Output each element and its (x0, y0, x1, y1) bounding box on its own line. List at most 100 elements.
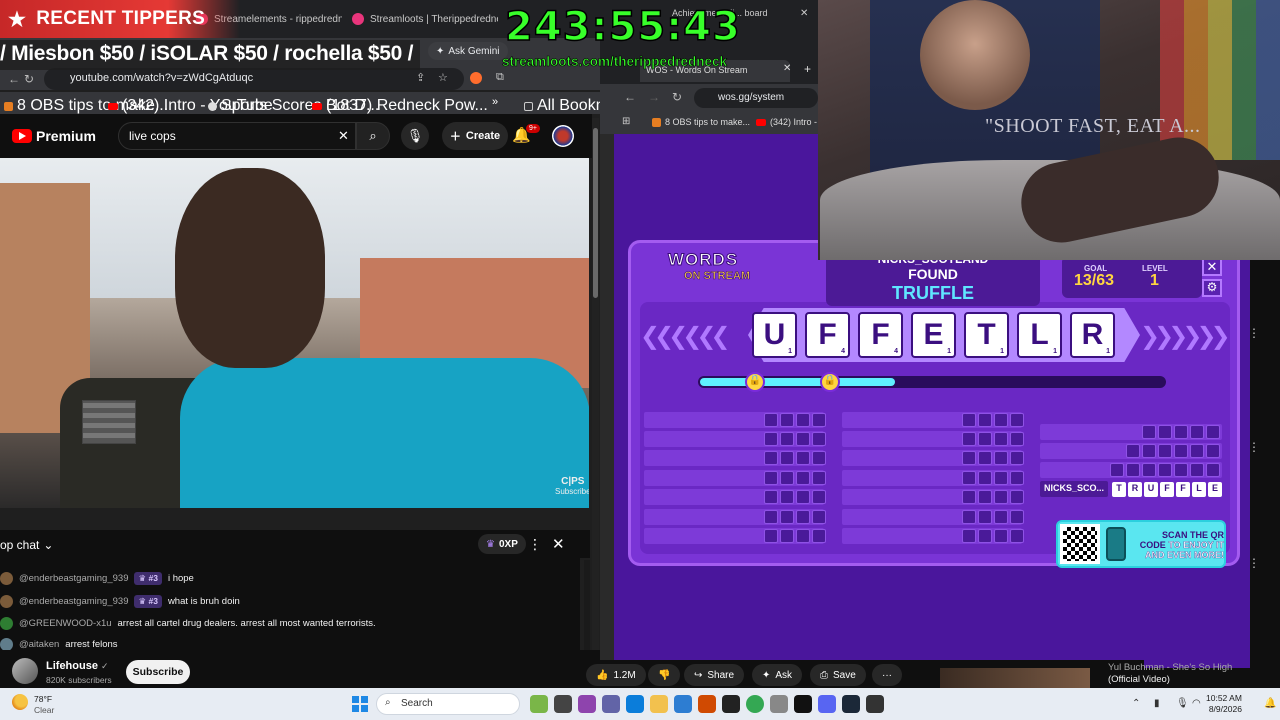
extensions-puzzle-icon[interactable]: ⧉ (496, 71, 504, 84)
bookmark-item[interactable]: (1837) Redneck Pow... (312, 97, 488, 115)
lock-icon: 🔒 (745, 372, 765, 392)
extension-icon[interactable] (470, 72, 482, 84)
xp-badge[interactable]: ♛ 0XP (478, 534, 526, 554)
weather-sun-icon[interactable] (12, 694, 28, 710)
copilot-icon[interactable] (578, 695, 596, 713)
snipping-icon[interactable] (770, 695, 788, 713)
weather-temp[interactable]: 78°F (34, 694, 52, 704)
app-icon[interactable] (866, 695, 884, 713)
chat-mode-dropdown[interactable]: op chat ⌄ (0, 538, 53, 552)
letter-slot (1174, 463, 1188, 477)
notifications-icon[interactable]: 🔔 (1264, 698, 1276, 709)
chrome-icon[interactable] (746, 695, 764, 713)
letter-slot (764, 490, 778, 504)
more-vert-icon[interactable]: ⋮ (1248, 440, 1260, 454)
more-vert-icon[interactable]: ⋮ (1248, 556, 1260, 570)
like-button[interactable]: 👍 1.2M (586, 664, 646, 686)
letter-tile: T1 (964, 312, 1009, 358)
dislike-button[interactable]: 👎 (648, 664, 681, 686)
letter-slot (994, 471, 1008, 485)
microphone-icon[interactable]: 🎙 (1176, 698, 1189, 709)
verified-icon: ✓ (101, 661, 109, 671)
reload-icon[interactable]: ↻ (672, 90, 682, 104)
new-tab-icon[interactable]: + (804, 62, 811, 76)
back-icon[interactable]: ← (624, 90, 636, 104)
tab-streamloots[interactable]: Streamloots | Therippedredneck ✕ (342, 4, 498, 34)
letter-slot (1142, 444, 1156, 458)
found-letter-tile: U (1144, 482, 1158, 497)
close-tab-icon[interactable]: ✕ (800, 8, 808, 19)
bookmark-item[interactable]: (342) Intro - Y (756, 117, 825, 127)
apps-grid-icon[interactable]: ⊞ (622, 116, 630, 127)
letter-slot (994, 413, 1008, 427)
search-input[interactable]: live cops (118, 122, 356, 150)
video-player[interactable]: C|PS Subscribe (0, 158, 589, 508)
address-bar[interactable]: wos.gg/system (694, 88, 818, 108)
letter-slot (994, 432, 1008, 446)
thumbs-up-icon: 👍 (596, 669, 609, 681)
voice-search-button[interactable]: 🎙 (401, 122, 429, 150)
letter-slot (780, 413, 794, 427)
weather-desc[interactable]: Clear (34, 705, 54, 715)
youtube-premium-logo[interactable]: Premium (12, 128, 96, 144)
more-bookmarks-icon[interactable]: » (492, 96, 498, 108)
letter-slot (994, 510, 1008, 524)
forward-icon[interactable]: → (648, 90, 660, 104)
gear-icon[interactable]: ⚙ (1202, 279, 1222, 297)
letter-slot (1010, 490, 1024, 504)
chat-message: @enderbeastgaming_939 ♛ #3 what is bruh … (0, 591, 240, 612)
create-button[interactable]: ＋ Create (442, 122, 508, 150)
close-chat-icon[interactable]: ✕ (552, 535, 565, 553)
steam-icon[interactable] (842, 695, 860, 713)
letter-slot (764, 451, 778, 465)
share-button[interactable]: ↪ Share (684, 664, 745, 686)
account-avatar[interactable] (552, 125, 574, 147)
level-value: 1 (1150, 272, 1159, 289)
start-windows-icon[interactable] (352, 696, 368, 712)
bookmark-star-icon[interactable]: ☆ (438, 71, 448, 84)
ask-gemini-button[interactable]: ✦ Ask Gemini (428, 42, 508, 60)
ask-button[interactable]: ✦ Ask (752, 664, 803, 686)
obs-icon[interactable] (722, 695, 740, 713)
close-tab-icon[interactable]: ✕ (783, 63, 791, 74)
share-icon: ↪ (694, 669, 703, 681)
edge-icon[interactable] (626, 695, 644, 713)
more-actions-button[interactable]: ··· (872, 664, 902, 686)
recommended-thumbnail[interactable] (940, 668, 1090, 688)
more-vert-icon[interactable]: ⋮ (528, 536, 542, 553)
widget-icon[interactable] (530, 695, 548, 713)
reload-icon[interactable]: ↻ (24, 72, 34, 86)
subscribe-button[interactable]: Subscribe (126, 660, 190, 684)
system-clock[interactable]: 10:52 AM 8/9/2026 (1206, 693, 1242, 715)
task-view-icon[interactable] (554, 695, 572, 713)
microphone-icon: 🎙 (406, 128, 424, 143)
close-icon[interactable]: ✕ (1202, 258, 1222, 276)
store-icon[interactable] (674, 695, 692, 713)
letter-slot (812, 529, 826, 543)
teams-icon[interactable] (602, 695, 620, 713)
video-watermark[interactable]: C|PS Subscribe (555, 476, 589, 496)
taskbar-search[interactable]: ⌕ Search (376, 693, 520, 715)
back-icon[interactable]: ← (8, 72, 20, 86)
letter-slot (780, 490, 794, 504)
address-bar[interactable]: youtube.com/watch?v=zWdCgAtduqc (44, 68, 464, 90)
discord-icon[interactable] (818, 695, 836, 713)
channel-avatar[interactable] (12, 658, 38, 684)
channel-name[interactable]: Lifehouse ✓ (46, 660, 109, 672)
office-icon[interactable] (698, 695, 716, 713)
tray-app-icon[interactable]: ▮ (1154, 698, 1160, 709)
wifi-icon[interactable]: ◠ (1192, 698, 1201, 709)
chat-scrollbar[interactable] (584, 560, 590, 650)
scrollbar-thumb[interactable] (593, 128, 598, 298)
clear-search-icon[interactable]: ✕ (338, 128, 349, 144)
recommended-title[interactable]: Yul Buchman - She's So High (Official Vi… (1108, 662, 1232, 686)
save-button[interactable]: ⎙ Save (810, 664, 866, 686)
search-button[interactable]: ⌕ (356, 122, 390, 150)
share-page-icon[interactable]: ⇪ (416, 71, 425, 84)
terminal-icon[interactable] (794, 695, 812, 713)
letter-tile: U1 (752, 312, 797, 358)
file-explorer-icon[interactable] (650, 695, 668, 713)
bookmark-item[interactable]: 8 OBS tips to make... (652, 117, 750, 127)
more-vert-icon[interactable]: ⋮ (1248, 326, 1260, 340)
tray-chevron-icon[interactable]: ⌃ (1132, 698, 1140, 709)
